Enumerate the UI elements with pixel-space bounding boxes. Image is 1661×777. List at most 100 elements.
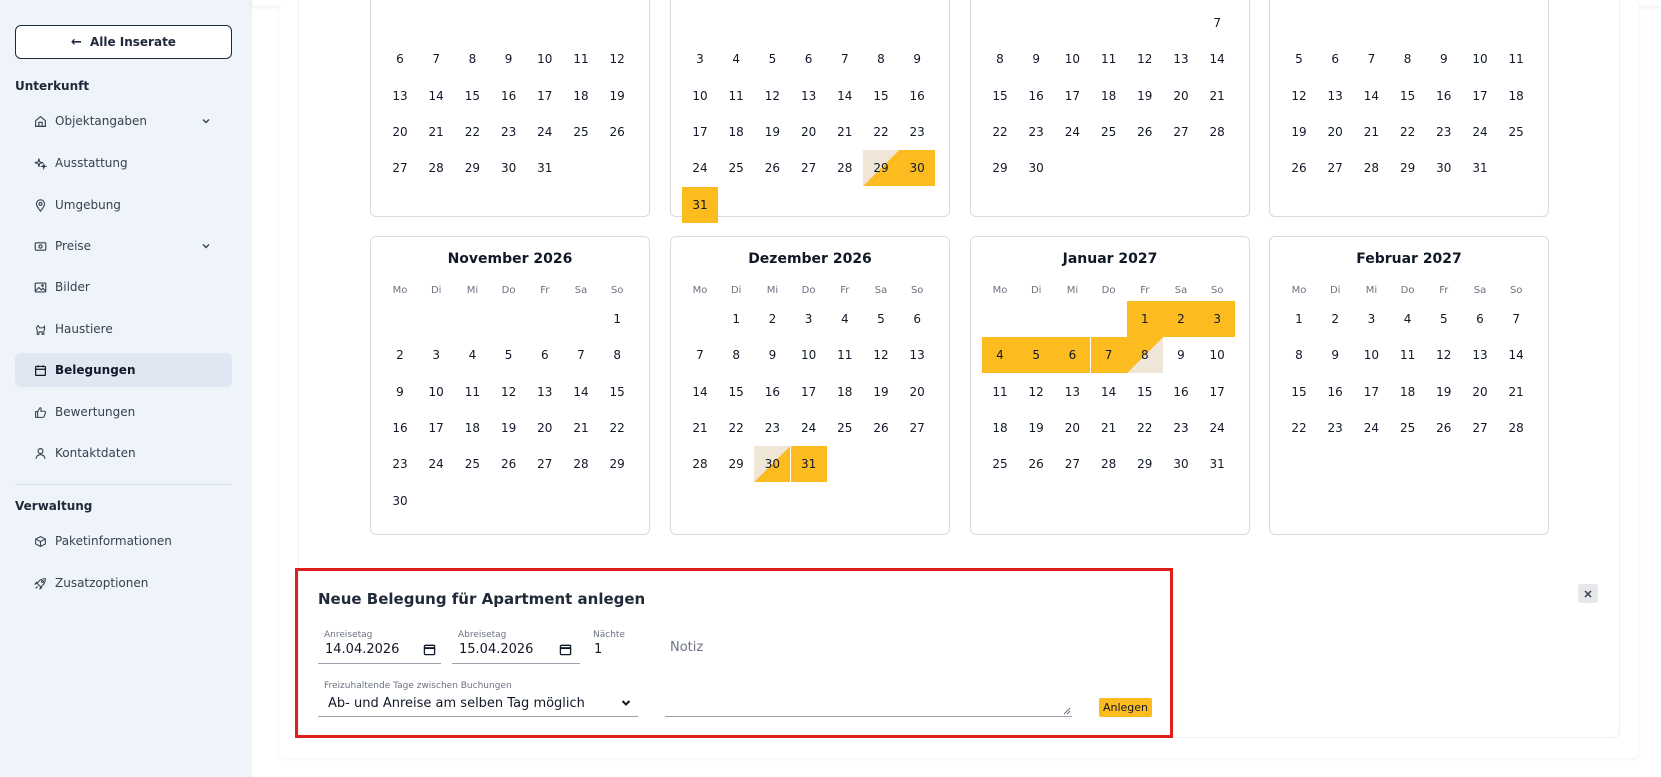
calendar-day[interactable]: 17: [1199, 374, 1235, 410]
calendar-day[interactable]: 9: [754, 337, 790, 373]
calendar-day[interactable]: 1: [1126, 301, 1163, 337]
calendar-day[interactable]: 2: [1317, 301, 1353, 337]
calendar-day[interactable]: 23: [1163, 410, 1199, 446]
calendar-day[interactable]: 24: [527, 114, 563, 150]
calendar-day[interactable]: 15: [1127, 374, 1163, 410]
calendar-day[interactable]: 13: [382, 78, 418, 114]
calendar-day[interactable]: 14: [1199, 41, 1235, 77]
calendar-day[interactable]: 10: [1462, 41, 1498, 77]
calendar-day[interactable]: 24: [1353, 410, 1389, 446]
sidebar-item-ausstattung[interactable]: Ausstattung: [15, 146, 232, 180]
calendar-day[interactable]: 4: [454, 337, 490, 373]
sidebar-item-umgebung[interactable]: Umgebung: [15, 188, 232, 222]
calendar-day[interactable]: 25: [1498, 114, 1534, 150]
calendar-icon[interactable]: [559, 643, 572, 656]
calendar-day[interactable]: 21: [563, 410, 599, 446]
close-form-button[interactable]: [1578, 584, 1598, 603]
calendar-day[interactable]: 27: [899, 410, 935, 446]
calendar-day[interactable]: 24: [418, 446, 454, 482]
calendar-day[interactable]: 30: [1426, 150, 1462, 186]
calendar-day[interactable]: 20: [1317, 114, 1353, 150]
calendar-day[interactable]: 19: [1426, 374, 1462, 410]
calendar-day[interactable]: 23: [382, 446, 418, 482]
calendar-day[interactable]: 27: [527, 446, 563, 482]
calendar-day[interactable]: 26: [491, 446, 527, 482]
calendar-day[interactable]: 19: [599, 78, 635, 114]
calendar-day[interactable]: 22: [982, 114, 1018, 150]
calendar-day[interactable]: 24: [1462, 114, 1498, 150]
calendar-day[interactable]: 10: [527, 41, 563, 77]
calendar-day[interactable]: 26: [863, 410, 899, 446]
sidebar-item-paketinformationen[interactable]: Paketinformationen: [15, 524, 232, 558]
calendar-day[interactable]: 18: [1498, 78, 1534, 114]
calendar-day[interactable]: 31: [1462, 150, 1498, 186]
calendar-day[interactable]: 26: [1018, 446, 1054, 482]
calendar-day[interactable]: 16: [382, 410, 418, 446]
arrival-date-input[interactable]: Anreisetag 14.04.2026: [318, 630, 441, 664]
calendar-day[interactable]: 23: [754, 410, 790, 446]
calendar-day[interactable]: 23: [1018, 114, 1054, 150]
calendar-day[interactable]: 24: [1199, 410, 1235, 446]
calendar-day[interactable]: 30: [899, 150, 936, 187]
calendar-day[interactable]: 18: [1390, 374, 1426, 410]
calendar-day[interactable]: 9: [1426, 41, 1462, 77]
calendar-day[interactable]: 15: [1390, 78, 1426, 114]
calendar-day[interactable]: 1: [1281, 301, 1317, 337]
calendar-day[interactable]: 24: [791, 410, 827, 446]
calendar-day[interactable]: 22: [1127, 410, 1163, 446]
calendar-day[interactable]: 23: [899, 114, 935, 150]
calendar-day[interactable]: 28: [827, 150, 863, 186]
calendar-day[interactable]: 8: [1281, 337, 1317, 373]
calendar-day[interactable]: 19: [491, 410, 527, 446]
calendar-day[interactable]: 25: [1091, 114, 1127, 150]
departure-date-input[interactable]: Abreisetag 15.04.2026: [452, 630, 580, 664]
calendar-day[interactable]: 3: [1353, 301, 1389, 337]
calendar-day[interactable]: 28: [1091, 446, 1127, 482]
calendar-day[interactable]: 20: [791, 114, 827, 150]
calendar-day[interactable]: 16: [491, 78, 527, 114]
calendar-day[interactable]: 6: [899, 301, 935, 337]
calendar-day[interactable]: 17: [1462, 78, 1498, 114]
sidebar-item-preise[interactable]: Preise: [15, 229, 232, 263]
sidebar-item-zusatzoptionen[interactable]: Zusatzoptionen: [15, 566, 232, 600]
calendar-day[interactable]: 26: [599, 114, 635, 150]
calendar-day[interactable]: 4: [1390, 301, 1426, 337]
calendar-day[interactable]: 30: [754, 446, 791, 483]
calendar-day[interactable]: 3: [791, 301, 827, 337]
sidebar-item-kontaktdaten[interactable]: Kontaktdaten: [15, 436, 232, 470]
calendar-day[interactable]: 5: [1426, 301, 1462, 337]
calendar-day[interactable]: 2: [754, 301, 790, 337]
calendar-day[interactable]: 4: [982, 337, 1018, 374]
calendar-day[interactable]: 5: [863, 301, 899, 337]
calendar-day[interactable]: 14: [827, 78, 863, 114]
calendar-day[interactable]: 29: [863, 150, 899, 187]
calendar-day[interactable]: 5: [1018, 337, 1055, 374]
calendar-day[interactable]: 15: [718, 374, 754, 410]
calendar-day[interactable]: 3: [682, 41, 718, 77]
calendar-day[interactable]: 2: [1163, 301, 1199, 337]
calendar-day[interactable]: 11: [563, 41, 599, 77]
calendar-day[interactable]: 9: [491, 41, 527, 77]
calendar-day[interactable]: 8: [1390, 41, 1426, 77]
calendar-day[interactable]: 7: [1353, 41, 1389, 77]
calendar-day[interactable]: 21: [418, 114, 454, 150]
calendar-day[interactable]: 8: [863, 41, 899, 77]
calendar-day[interactable]: 23: [491, 114, 527, 150]
calendar-day[interactable]: 21: [682, 410, 718, 446]
calendar-day[interactable]: 13: [527, 374, 563, 410]
calendar-day[interactable]: 18: [454, 410, 490, 446]
calendar-day[interactable]: 29: [599, 446, 635, 482]
calendar-day[interactable]: 7: [827, 41, 863, 77]
calendar-day[interactable]: 11: [1091, 41, 1127, 77]
calendar-day[interactable]: 14: [1498, 337, 1534, 373]
calendar-day[interactable]: 17: [1054, 78, 1090, 114]
calendar-day[interactable]: 24: [682, 150, 718, 186]
calendar-day[interactable]: 21: [1498, 374, 1534, 410]
calendar-day[interactable]: 16: [754, 374, 790, 410]
calendar-day[interactable]: 26: [1281, 150, 1317, 186]
calendar-day[interactable]: 27: [382, 150, 418, 186]
notes-textarea[interactable]: [665, 660, 1072, 717]
calendar-day[interactable]: 13: [1163, 41, 1199, 77]
calendar-day[interactable]: 18: [982, 410, 1018, 446]
calendar-day[interactable]: 14: [682, 374, 718, 410]
